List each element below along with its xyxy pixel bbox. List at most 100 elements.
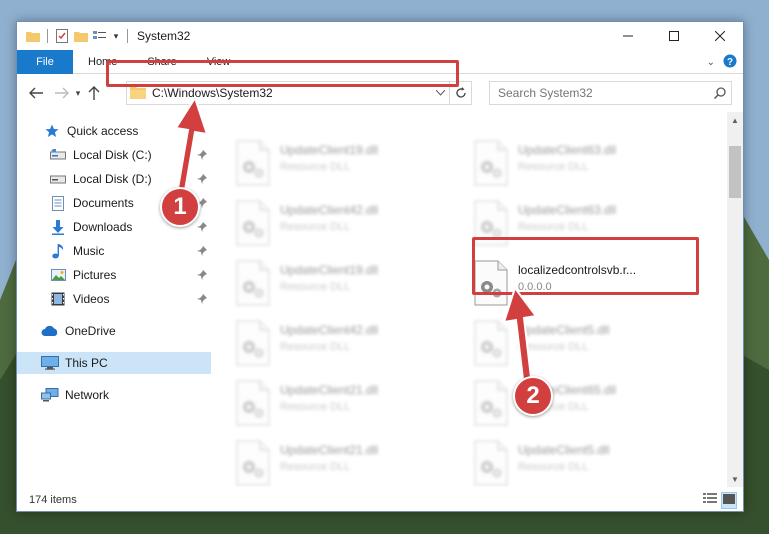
dll-file-icon [236, 140, 270, 186]
file-name: localizedcontrolsvb.r... [518, 263, 637, 277]
file-item[interactable]: UpdateClient65.dll Resource DLL [472, 376, 702, 432]
sidebar-item-label: This PC [65, 356, 108, 370]
new-folder-icon[interactable] [73, 28, 89, 44]
scroll-up-button[interactable]: ▲ [727, 112, 743, 128]
sidebar-item-label: Pictures [73, 268, 117, 282]
sidebar-item-onedrive[interactable]: OneDrive [17, 320, 211, 342]
up-button[interactable] [84, 82, 104, 104]
file-description: Resource DLL [280, 161, 351, 173]
file-item[interactable]: UpdateClient63.dll Resource DLL [472, 196, 702, 252]
file-item[interactable]: UpdateClient19.dll Resource DLL [234, 256, 464, 312]
file-item[interactable]: UpdateClient5.dll Resource DLL [472, 436, 702, 487]
dll-file-icon [474, 440, 508, 486]
address-path[interactable]: C:\Windows\System32 [152, 86, 431, 100]
tab-file[interactable]: File [17, 49, 73, 74]
sidebar-item-videos[interactable]: Videos [17, 288, 211, 310]
ribbon-controls: ⌄ ? [707, 54, 737, 71]
close-button[interactable] [697, 22, 743, 50]
recent-locations-button[interactable]: ▾ [72, 82, 84, 104]
address-dropdown-icon[interactable] [431, 90, 449, 96]
vertical-scrollbar[interactable]: ▲ ▼ [727, 112, 743, 487]
tab-view[interactable]: View [192, 50, 246, 74]
refresh-button[interactable] [449, 82, 471, 104]
star-icon [43, 123, 61, 139]
file-name: UpdateClient21.dll [280, 383, 379, 397]
window-controls [605, 22, 743, 50]
sidebar-item-pictures[interactable]: Pictures [17, 264, 211, 286]
step-badge-2: 2 [513, 376, 553, 416]
search-icon[interactable] [709, 87, 731, 99]
file-item[interactable]: UpdateClient42.dll Resource DLL [234, 196, 464, 252]
sidebar-item-label: Videos [73, 292, 110, 306]
dll-file-icon [236, 200, 270, 246]
pin-icon[interactable] [197, 293, 207, 307]
dll-file-icon [474, 380, 508, 426]
sidebar-item-label: Quick access [67, 124, 139, 138]
view-options-icon[interactable] [92, 28, 108, 44]
folder-icon [130, 85, 146, 102]
sidebar-item-this-pc[interactable]: This PC [17, 352, 211, 374]
properties-icon[interactable] [54, 28, 70, 44]
pin-icon[interactable] [197, 221, 207, 235]
file-item-localizedcontrolsvb[interactable]: localizedcontrolsvb.r... 0.0.0.0 [472, 256, 702, 312]
sidebar-item-label: Local Disk (D:) [73, 172, 152, 186]
sidebar-item-music[interactable]: Music [17, 240, 211, 262]
sidebar-item-label: Network [65, 388, 110, 402]
pin-icon[interactable] [197, 269, 207, 283]
dll-file-icon [236, 260, 270, 306]
pin-icon[interactable] [197, 173, 207, 187]
toolbar-divider [47, 29, 48, 43]
drive-icon [49, 147, 67, 163]
tiles-view-icon[interactable] [721, 492, 737, 509]
status-bar: 174 items [17, 488, 743, 511]
forward-button[interactable] [52, 82, 72, 104]
file-name: UpdateClient5.dll [518, 443, 610, 457]
scroll-down-button[interactable]: ▼ [727, 471, 743, 487]
file-text: localizedcontrolsvb.r... 0.0.0.0 [518, 262, 636, 296]
dll-file-icon [236, 380, 270, 426]
help-icon[interactable]: ? [723, 54, 737, 71]
file-item[interactable]: UpdateClient42.dll Resource DLL [234, 316, 464, 372]
file-description: Resource DLL [518, 461, 589, 473]
sidebar-item-local-disk-c[interactable]: Local Disk (C:) [17, 144, 211, 166]
address-bar[interactable]: C:\Windows\System32 [126, 81, 472, 105]
file-description: Resource DLL [518, 161, 589, 173]
tab-share[interactable]: Share [132, 50, 191, 74]
customize-toolbar-icon[interactable]: ▾ [111, 28, 121, 44]
file-description: Resource DLL [280, 401, 351, 413]
back-button[interactable] [26, 82, 46, 104]
file-item[interactable]: UpdateClient21.dll Resource DLL [234, 436, 464, 487]
file-item[interactable]: UpdateClient21.dll Resource DLL [234, 376, 464, 432]
sidebar-item-label: Local Disk (C:) [73, 148, 152, 162]
file-item[interactable]: UpdateClient19.dll Resource DLL [234, 136, 464, 192]
details-view-icon[interactable] [703, 492, 717, 509]
pin-icon[interactable] [197, 149, 207, 163]
file-name: UpdateClient63.dll [518, 203, 617, 217]
file-name: UpdateClient63.dll [518, 143, 617, 157]
file-text: UpdateClient42.dll Resource DLL [280, 322, 378, 356]
search-input[interactable] [498, 86, 709, 100]
drive-icon [49, 171, 67, 187]
sidebar-item-quick-access[interactable]: Quick access [17, 120, 211, 142]
file-text: UpdateClient19.dll Resource DLL [280, 142, 378, 176]
file-description: Resource DLL [280, 341, 351, 353]
item-count: 174 items [29, 493, 77, 506]
pin-icon[interactable] [197, 245, 207, 259]
file-list: UpdateClient19.dll Resource DLL UpdateClie… [214, 112, 726, 487]
tab-home[interactable]: Home [73, 50, 132, 74]
navigation-bar: ▾ C:\Windows\System32 [17, 78, 743, 108]
toolbar-divider [127, 29, 128, 43]
minimize-button[interactable] [605, 22, 651, 50]
file-name: UpdateClient19.dll [280, 143, 379, 157]
sidebar-item-network[interactable]: Network [17, 384, 211, 406]
music-icon [49, 243, 67, 259]
scroll-thumb[interactable] [729, 146, 741, 198]
file-name: UpdateClient21.dll [280, 443, 379, 457]
file-item[interactable]: UpdateClient63.dll Resource DLL [472, 136, 702, 192]
maximize-button[interactable] [651, 22, 697, 50]
file-item[interactable]: UpdateClient5.dll Resource DLL [472, 316, 702, 372]
search-box[interactable] [489, 81, 732, 105]
view-toggle [703, 492, 737, 509]
expand-ribbon-icon[interactable]: ⌄ [707, 57, 715, 68]
sidebar-item-label: Documents [73, 196, 134, 210]
